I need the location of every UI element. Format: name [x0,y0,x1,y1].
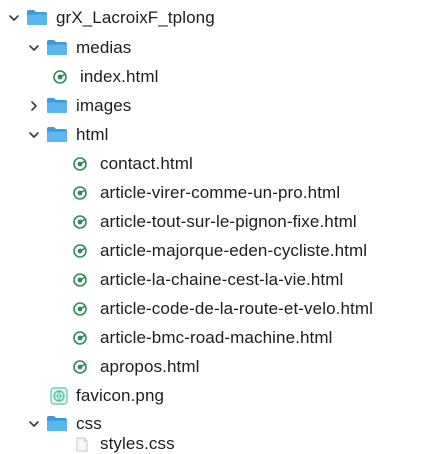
tree-row-file-html[interactable]: article-code-de-la-route-et-velo.html [72,295,373,322]
html-file-icon [72,242,88,260]
tree-row-label: apropos.html [100,356,200,376]
tree-row-label: article-majorque-eden-cycliste.html [100,240,368,260]
css-file-icon [74,435,90,453]
chevron-right-icon[interactable] [28,100,40,112]
folder-icon [46,415,68,432]
tree-row-folder-images[interactable]: images [28,92,131,119]
tree-row-label: index.html [80,66,159,86]
html-file-icon [72,329,88,347]
tree-row-file-html[interactable]: article-virer-comme-un-pro.html [72,179,340,206]
image-file-icon [50,386,68,405]
tree-row-label: article-code-de-la-route-et-velo.html [100,298,373,318]
tree-row-file-html[interactable]: article-bmc-road-machine.html [72,324,332,351]
tree-row-label: styles.css [100,434,175,453]
html-file-icon [52,68,68,86]
tree-row-label: article-bmc-road-machine.html [100,327,333,347]
chevron-down-icon[interactable] [28,129,40,141]
tree-row-file-html[interactable]: article-majorque-eden-cycliste.html [72,237,367,264]
tree-row-label: favicon.png [76,385,165,405]
tree-row-file-styles-css[interactable]: styles.css [74,434,175,454]
tree-row-label: article-tout-sur-le-pignon-fixe.html [100,211,357,231]
html-file-icon [72,184,88,202]
html-file-icon [72,155,88,173]
folder-icon [46,39,68,56]
html-file-icon [72,300,88,318]
tree-row-root-folder[interactable]: grX_LacroixF_tplong [8,4,215,31]
tree-row-file-html[interactable]: article-la-chaine-cest-la-vie.html [72,266,343,293]
folder-icon [46,126,68,143]
tree-row-file-html[interactable]: article-tout-sur-le-pignon-fixe.html [72,208,357,235]
tree-row-label: images [76,95,132,115]
html-file-icon [72,358,88,376]
html-file-icon [72,271,88,289]
chevron-down-icon[interactable] [28,42,40,54]
tree-row-file-favicon-png[interactable]: favicon.png [50,382,164,409]
tree-row-label: article-la-chaine-cest-la-vie.html [100,269,344,289]
html-file-icon [72,213,88,231]
folder-icon [26,9,48,26]
tree-row-label: medias [76,37,132,57]
tree-row-file-html[interactable]: contact.html [72,150,193,177]
tree-row-label: contact.html [100,153,193,173]
tree-row-label: article-virer-comme-un-pro.html [100,182,341,202]
tree-row-file-index-html[interactable]: index.html [52,63,158,90]
tree-row-folder-css[interactable]: css [28,410,102,437]
chevron-down-icon[interactable] [28,418,40,430]
tree-row-file-html[interactable]: apropos.html [72,353,199,380]
chevron-down-icon[interactable] [8,12,20,24]
tree-row-folder-medias[interactable]: medias [28,34,131,61]
tree-row-label: html [76,124,109,144]
tree-row-label: css [76,413,102,433]
file-tree: grX_LacroixF_tplong medias index.html im… [0,0,427,453]
folder-icon [46,97,68,114]
tree-row-label: grX_LacroixF_tplong [56,7,215,27]
tree-row-folder-html[interactable]: html [28,121,109,148]
